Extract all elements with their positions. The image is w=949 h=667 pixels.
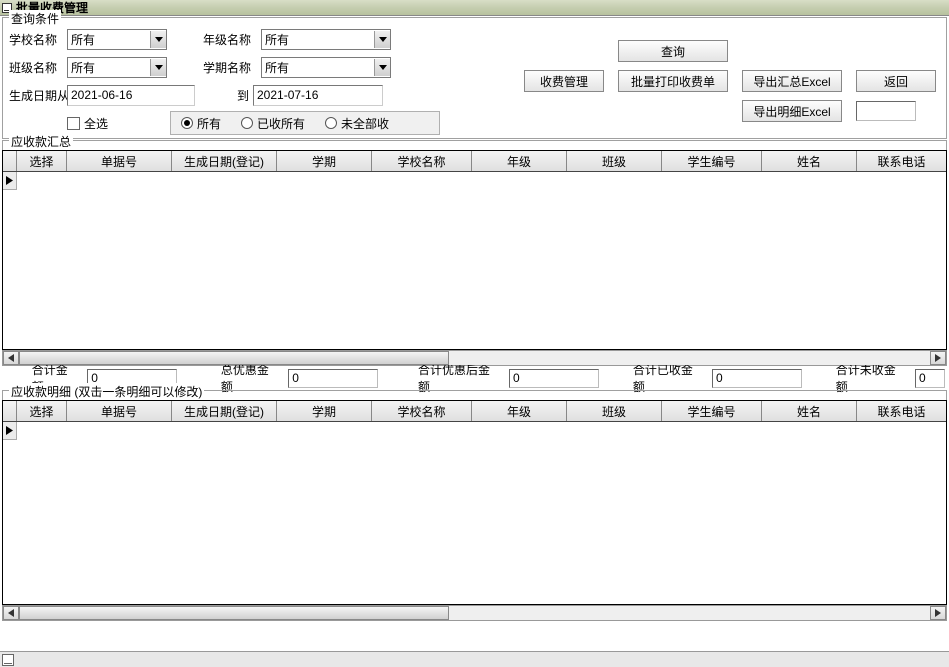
grade-label: 年级名称 [203, 31, 261, 48]
summary-grid-header: 选择 单据号 生成日期(登记) 学期 学校名称 年级 班级 学生编号 姓名 联系… [3, 151, 946, 172]
col-student-id[interactable]: 学生编号 [662, 401, 762, 421]
col-name[interactable]: 姓名 [762, 401, 857, 421]
filter-radio-group: 所有 已收所有 未全部收 [170, 111, 440, 135]
batch-print-button[interactable]: 批量打印收费单 [618, 70, 728, 92]
total-discount-value: 0 [288, 369, 378, 388]
scroll-track[interactable] [19, 351, 930, 365]
checkbox-box[interactable] [67, 117, 80, 130]
scroll-thumb[interactable] [19, 351, 449, 365]
radio-dot[interactable] [241, 117, 253, 129]
radio-received-all[interactable]: 已收所有 [241, 115, 305, 132]
radio-all[interactable]: 所有 [181, 115, 221, 132]
select-all-checkbox[interactable]: 全选 [67, 115, 108, 132]
col-school[interactable]: 学校名称 [372, 151, 472, 171]
detail-horizontal-scrollbar[interactable] [2, 605, 947, 621]
unreceived-value: 0 [915, 369, 945, 388]
detail-section-header: 应收款明细 (双击一条明细可以修改) [2, 390, 947, 400]
col-phone[interactable]: 联系电话 [857, 151, 946, 171]
term-label: 学期名称 [203, 59, 261, 76]
chevron-down-icon[interactable] [150, 59, 166, 76]
summary-grid[interactable]: 选择 单据号 生成日期(登记) 学期 学校名称 年级 班级 学生编号 姓名 联系… [2, 150, 947, 350]
summary-current-row-marker [3, 172, 946, 190]
scroll-right-icon[interactable] [930, 351, 946, 365]
col-bill-no[interactable]: 单据号 [67, 151, 172, 171]
summary-horizontal-scrollbar[interactable] [2, 350, 947, 366]
col-name[interactable]: 姓名 [762, 151, 857, 171]
select-all-label: 全选 [84, 115, 108, 132]
radio-not-all-received[interactable]: 未全部收 [325, 115, 389, 132]
row-pointer-icon [3, 172, 17, 190]
date-from-input[interactable] [67, 85, 195, 106]
detail-grid[interactable]: 选择 单据号 生成日期(登记) 学期 学校名称 年级 班级 学生编号 姓名 联系… [2, 400, 947, 605]
col-term[interactable]: 学期 [277, 401, 372, 421]
scroll-right-icon[interactable] [930, 606, 946, 620]
detail-grid-header: 选择 单据号 生成日期(登记) 学期 学校名称 年级 班级 学生编号 姓名 联系… [3, 401, 946, 422]
term-combo-input[interactable] [262, 59, 374, 76]
query-legend: 查询条件 [9, 10, 61, 27]
chevron-down-icon[interactable] [374, 59, 390, 76]
summary-legend: 应收款汇总 [9, 133, 73, 150]
export-detail-button[interactable]: 导出明细Excel [742, 100, 842, 122]
date-from-label: 生成日期从 [9, 87, 75, 104]
grade-combo-input[interactable] [262, 31, 374, 48]
fee-manage-button[interactable]: 收费管理 [524, 70, 604, 92]
scroll-left-icon[interactable] [3, 351, 19, 365]
row-pointer-icon [3, 422, 17, 440]
scroll-track[interactable] [19, 606, 930, 620]
export-summary-button[interactable]: 导出汇总Excel [742, 70, 842, 92]
detail-current-row-marker [3, 422, 946, 440]
query-button[interactable]: 查询 [618, 40, 728, 62]
col-class[interactable]: 班级 [567, 401, 662, 421]
col-select[interactable]: 选择 [17, 401, 67, 421]
term-combo[interactable] [261, 57, 391, 78]
col-grade[interactable]: 年级 [472, 151, 567, 171]
status-icon [2, 654, 14, 666]
col-school[interactable]: 学校名称 [372, 401, 472, 421]
date-to-input[interactable] [253, 85, 383, 106]
small-input[interactable] [856, 101, 916, 121]
query-conditions-group: 查询条件 学校名称 年级名称 班级名称 学期名称 生成日期从 到 [2, 17, 947, 139]
col-gen-date[interactable]: 生成日期(登记) [172, 151, 277, 171]
school-combo-input[interactable] [68, 31, 150, 48]
radio-dot[interactable] [325, 117, 337, 129]
class-combo-input[interactable] [68, 59, 150, 76]
school-label: 学校名称 [9, 31, 67, 48]
class-combo[interactable] [67, 57, 167, 78]
summary-section-header: 应收款汇总 [2, 140, 947, 150]
back-button[interactable]: 返回 [856, 70, 936, 92]
grade-combo[interactable] [261, 29, 391, 50]
chevron-down-icon[interactable] [150, 31, 166, 48]
after-discount-value: 0 [509, 369, 599, 388]
row-header-corner [3, 151, 17, 171]
school-combo[interactable] [67, 29, 167, 50]
button-area: 查询 收费管理 批量打印收费单 导出汇总Excel 返回 导出明细Excel [524, 40, 936, 122]
col-gen-date[interactable]: 生成日期(登记) [172, 401, 277, 421]
scroll-thumb[interactable] [19, 606, 449, 620]
received-value: 0 [712, 369, 802, 388]
title-bar: 批量收费管理 [0, 0, 949, 16]
col-grade[interactable]: 年级 [472, 401, 567, 421]
scroll-left-icon[interactable] [3, 606, 19, 620]
col-student-id[interactable]: 学生编号 [662, 151, 762, 171]
date-to-label: 到 [195, 87, 253, 104]
status-bar [0, 651, 949, 667]
col-select[interactable]: 选择 [17, 151, 67, 171]
col-phone[interactable]: 联系电话 [857, 401, 946, 421]
radio-dot[interactable] [181, 117, 193, 129]
class-label: 班级名称 [9, 59, 67, 76]
chevron-down-icon[interactable] [374, 31, 390, 48]
col-class[interactable]: 班级 [567, 151, 662, 171]
row-header-corner [3, 401, 17, 421]
col-term[interactable]: 学期 [277, 151, 372, 171]
col-bill-no[interactable]: 单据号 [67, 401, 172, 421]
detail-legend: 应收款明细 (双击一条明细可以修改) [9, 383, 204, 400]
